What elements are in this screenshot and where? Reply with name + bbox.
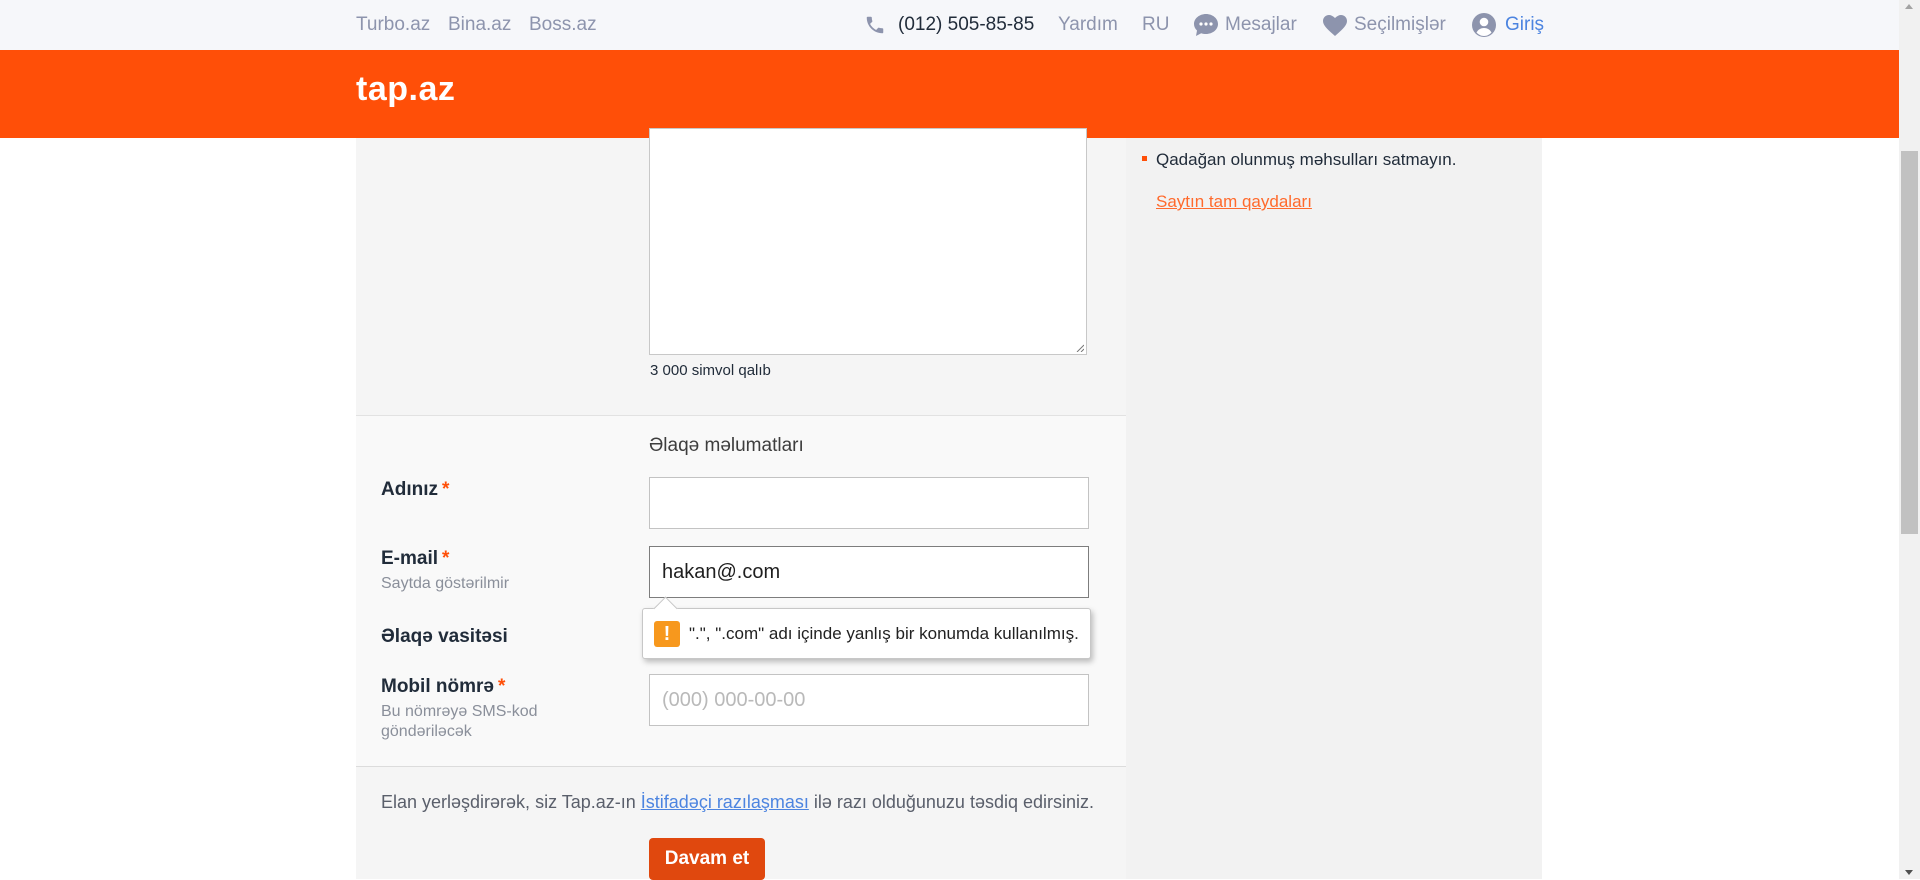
name-input[interactable] [649,477,1089,529]
section-title: Əlaqə məlumatları [649,435,804,456]
turbo-az-link[interactable]: Turbo.az [356,13,430,37]
description-textarea[interactable] [649,128,1087,355]
scroll-thumb[interactable] [1901,151,1918,534]
required-mark: * [442,479,450,500]
warning-icon: ! [654,621,680,647]
scroll-down-icon[interactable] [1905,870,1913,875]
bina-az-link[interactable]: Bina.az [448,13,511,37]
email-label: E-mail * [381,548,450,569]
validation-tooltip: ! ".", ".com" adı içinde yanlış bir konu… [642,596,1091,659]
agreement-text: Elan yerləşdirərək, siz Tap.az-ın İstifa… [381,792,1095,812]
site-rules-link[interactable]: Saytın tam qaydaları [1156,192,1312,212]
validation-message: ".", ".com" adı içinde yanlış bir konumd… [689,624,1079,643]
user-agreement-link[interactable]: İstifadəçi razılaşması [641,792,809,812]
site-header: tap.az [0,50,1899,138]
scroll-up-icon[interactable] [1905,4,1913,9]
name-label: Adınız * [381,479,450,500]
help-link[interactable]: Yardım [1058,13,1118,37]
contact-method-label: Əlaqə vasitəsi [381,626,508,647]
phone-number[interactable]: (012) 505-85-85 [898,13,1034,37]
boss-az-link[interactable]: Boss.az [529,13,597,37]
favorites-link[interactable]: Seçilmişlər [1354,13,1446,37]
continue-button[interactable]: Davam et [649,838,765,880]
email-input[interactable] [649,546,1089,598]
login-link[interactable]: Giriş [1505,13,1544,37]
character-counter: 3 000 simvol qalıb [650,362,771,379]
rule-item: Qadağan olunmuş məhsulları satmayın. [1142,150,1457,170]
heart-icon[interactable] [1322,14,1348,36]
bullet-icon [1142,156,1147,162]
top-bar: Turbo.az Bina.az Boss.az (012) 505-85-85… [0,0,1899,50]
phone-label: Mobil nömrə * [381,676,506,697]
resize-grip-icon[interactable] [1076,344,1084,352]
phone-hint: Bu nömrəyə SMS-kod göndəriləcək [381,703,538,740]
site-logo[interactable]: tap.az [356,70,455,109]
messages-link[interactable]: Mesajlar [1225,13,1297,37]
required-mark: * [442,548,450,569]
chat-bubble-icon[interactable] [1193,13,1219,37]
email-hint: Saytda göstərilmir [381,575,510,592]
page-scrollbar[interactable] [1899,0,1920,879]
rules-sidebar [1126,138,1542,879]
phone-input[interactable] [649,674,1089,726]
phone-icon [864,14,886,36]
language-switch[interactable]: RU [1142,13,1169,37]
required-mark: * [497,676,506,697]
user-avatar-icon[interactable] [1471,12,1497,38]
